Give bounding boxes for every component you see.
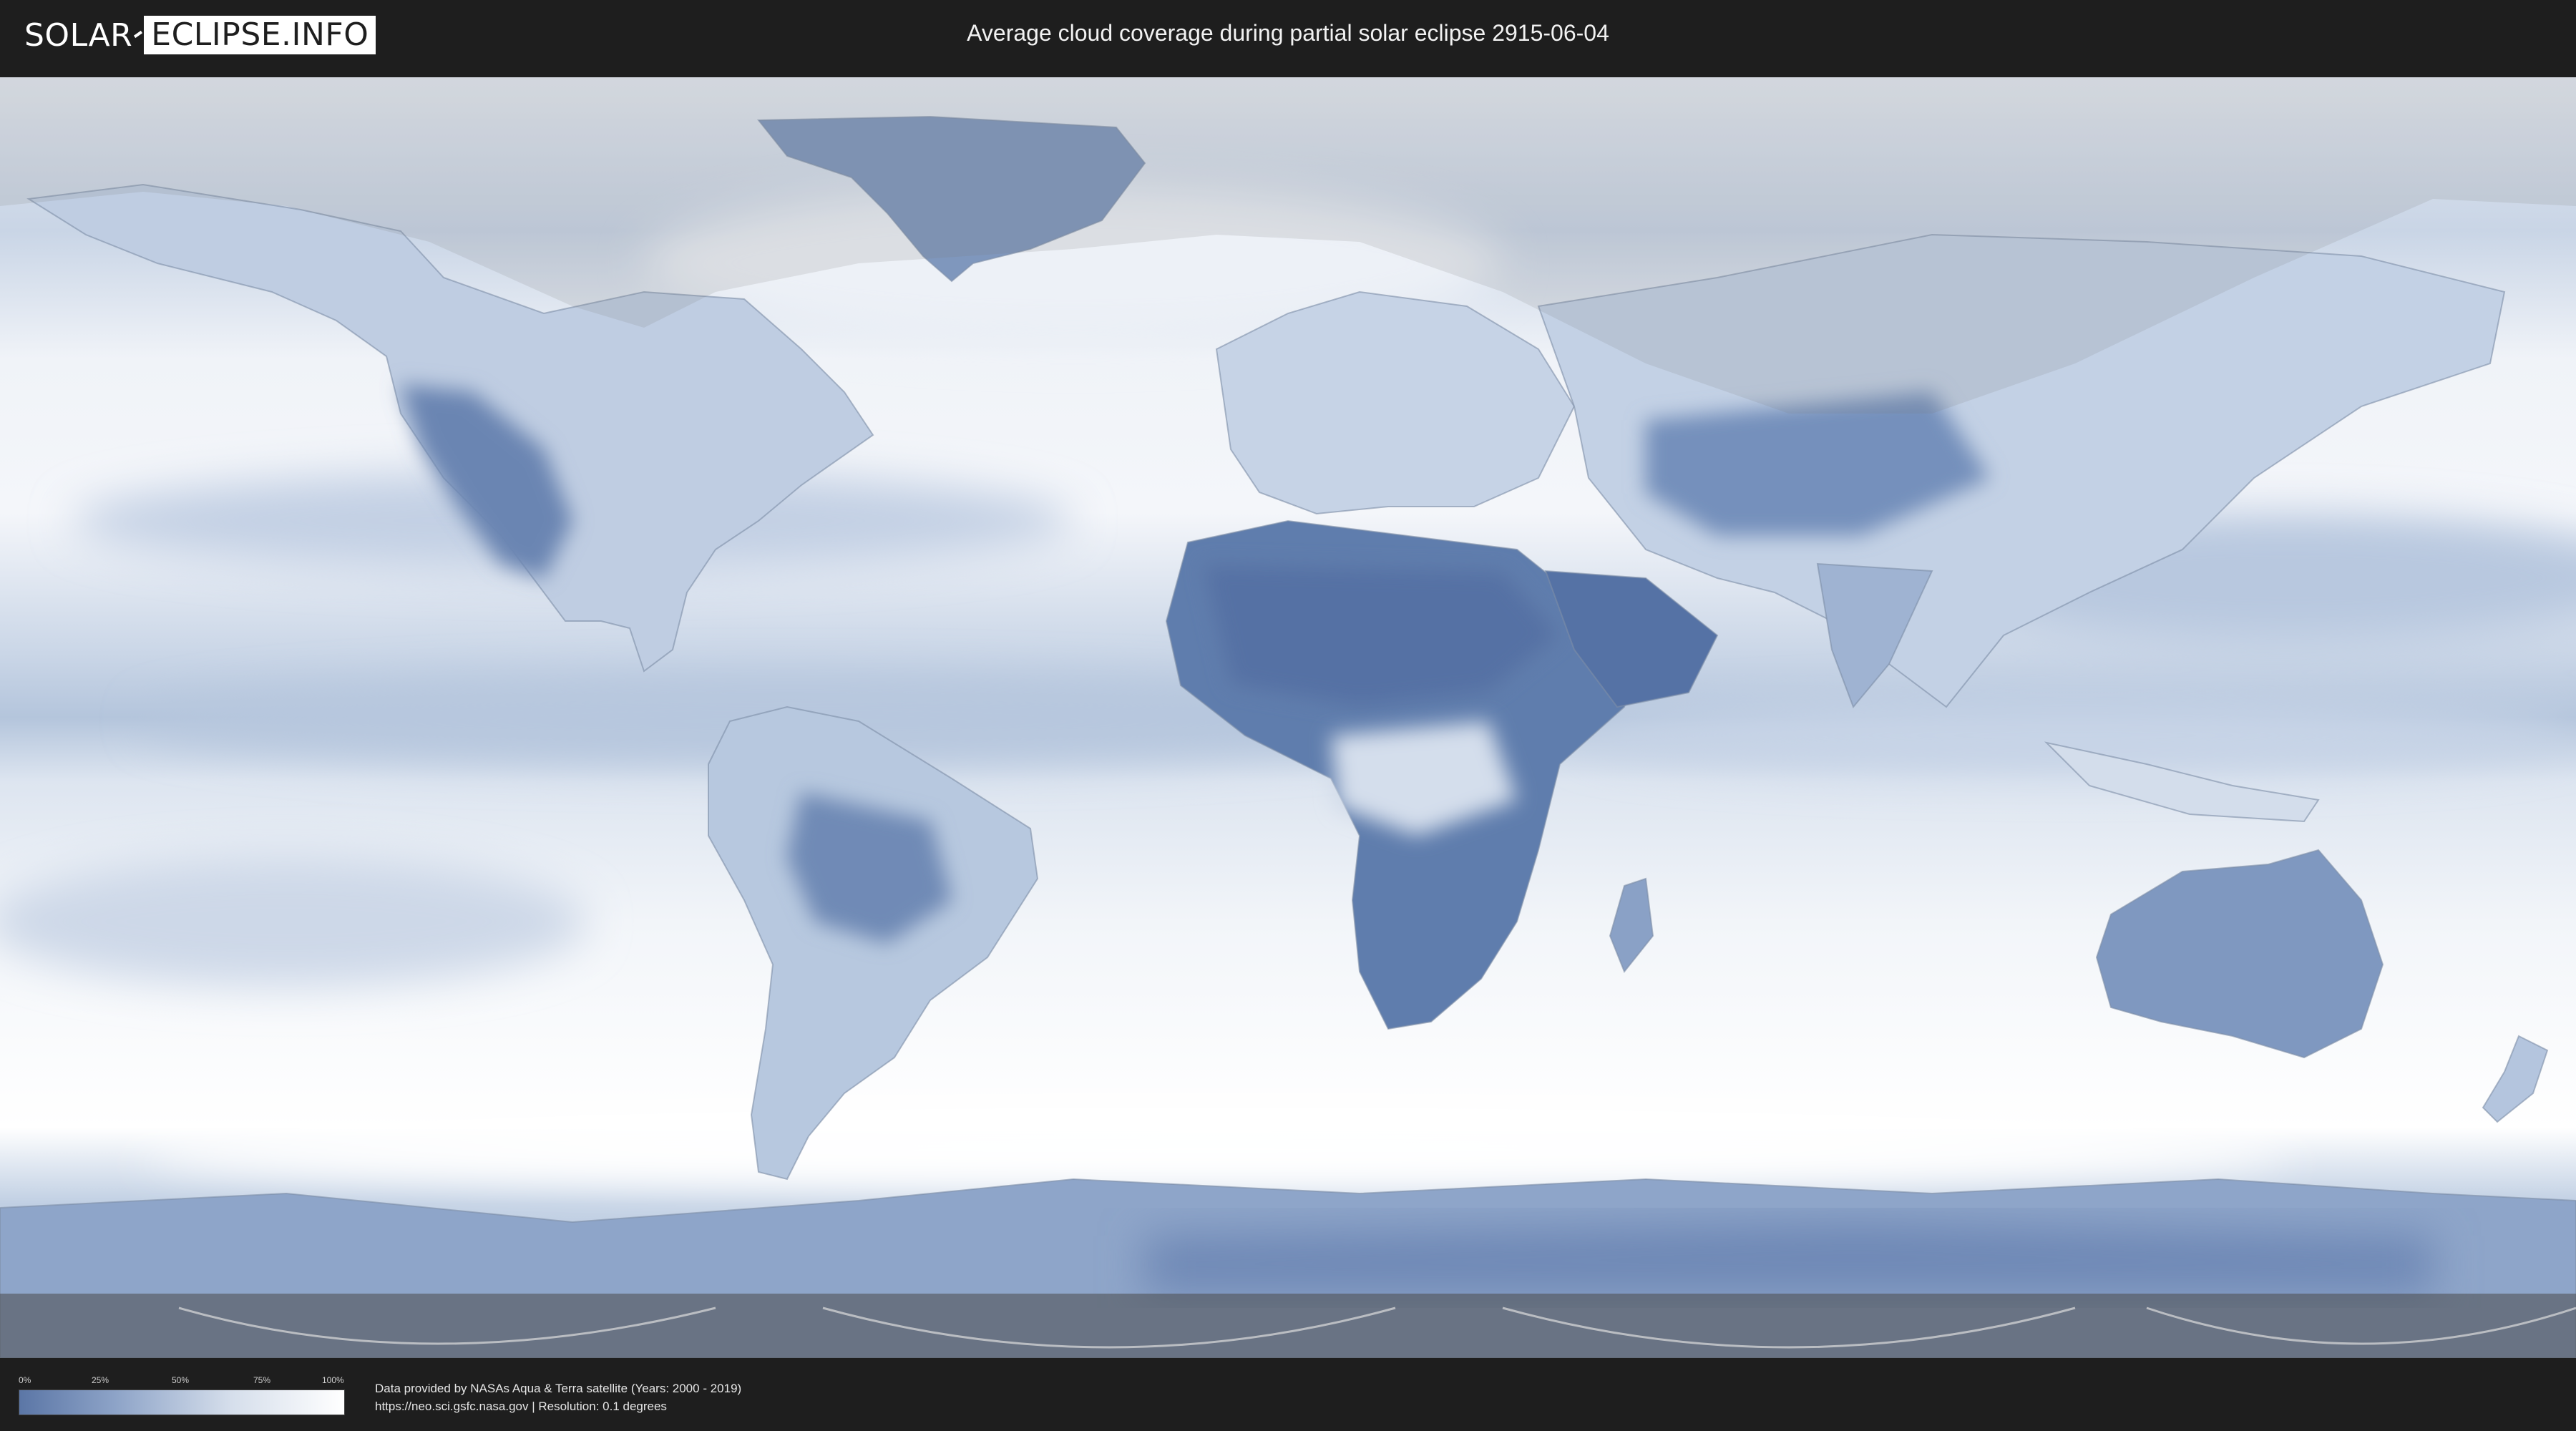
- legend-gradient-bar: [19, 1390, 345, 1415]
- cloud-coverage-legend: 0% 25% 50% 75% 100%: [19, 1375, 345, 1415]
- footer: 0% 25% 50% 75% 100% Data provided by NAS…: [0, 1359, 2576, 1431]
- eclipse-shade-south: [0, 1294, 2576, 1358]
- data-credits: Data provided by NASAs Aqua & Terra sate…: [375, 1379, 741, 1415]
- east-antarctica-dark: [1144, 1221, 2434, 1294]
- legend-tick: 75%: [253, 1375, 271, 1385]
- page-title: Average cloud coverage during partial so…: [967, 20, 1609, 46]
- legend-tick: 100%: [322, 1375, 344, 1385]
- credit-line-source: Data provided by NASAs Aqua & Terra sate…: [375, 1382, 742, 1395]
- legend-ticks: 0% 25% 50% 75% 100%: [19, 1375, 344, 1387]
- cloud-coverage-map[interactable]: [0, 77, 2576, 1358]
- legend-tick: 50%: [172, 1375, 190, 1385]
- legend-tick: 0%: [19, 1375, 31, 1385]
- legend-tick: 25%: [92, 1375, 109, 1385]
- header: SOLAR ECLIPSE.INFO Average cloud coverag…: [0, 0, 2576, 72]
- credit-line-url[interactable]: https://neo.sci.gsfc.nasa.gov | Resoluti…: [375, 1397, 741, 1415]
